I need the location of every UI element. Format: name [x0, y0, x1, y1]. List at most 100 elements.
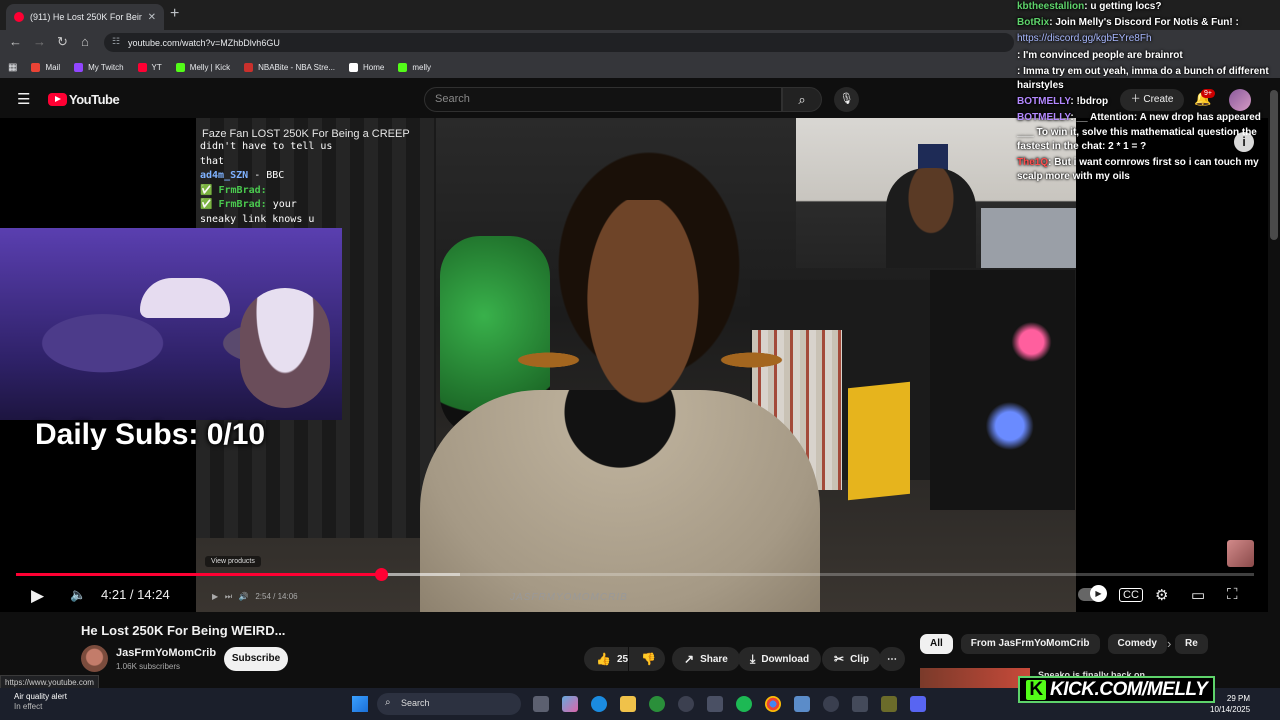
page-scrollbar[interactable]: [1270, 90, 1278, 240]
menu-icon[interactable]: ☰: [17, 90, 30, 108]
channel-watermark[interactable]: [1227, 540, 1254, 567]
app-icon[interactable]: [678, 696, 694, 712]
media-player-icon[interactable]: [823, 696, 839, 712]
search-icon[interactable]: ⌕: [782, 87, 822, 112]
daily-subs-overlay: Daily Subs: 0/10: [35, 418, 266, 451]
app-icon[interactable]: [881, 696, 897, 712]
progress-scrubber[interactable]: [375, 568, 388, 581]
tab-title: (911) He Lost 250K For Being W: [30, 12, 142, 22]
discord-icon[interactable]: [910, 696, 926, 712]
chat-username: BOTMELLY: [1017, 96, 1071, 108]
inner-chat-line: ✅ FrmBrad:: [200, 184, 267, 196]
store-icon[interactable]: [707, 696, 723, 712]
microphone-icon[interactable]: 🎙: [834, 87, 859, 112]
channel-avatar[interactable]: [81, 645, 108, 672]
windows-start-icon[interactable]: [352, 696, 368, 712]
youtube-logo-icon[interactable]: [48, 93, 67, 106]
captions-icon[interactable]: CC: [1119, 588, 1143, 602]
thumbs-up-icon: 👍: [596, 652, 611, 666]
settings-gear-icon[interactable]: ⚙: [1155, 586, 1168, 604]
spotify-icon[interactable]: [736, 696, 752, 712]
taskbar-search[interactable]: ⌕ Search: [377, 693, 521, 715]
search-icon: ⌕: [385, 697, 391, 708]
filter-chip[interactable]: Comedy: [1107, 634, 1167, 654]
xbox-icon[interactable]: [649, 696, 665, 712]
weather-sub: In effect: [14, 702, 43, 712]
webcam-person-hat: [140, 278, 230, 318]
autoplay-toggle[interactable]: [1078, 585, 1107, 602]
chat-username: BotRix: [1017, 17, 1050, 29]
site-settings-icon[interactable]: ☷: [112, 36, 120, 47]
inner-chat-line: ✅ FrmBrad: your: [200, 199, 297, 210]
bookmark-item[interactable]: NBABite - NBA Stre...: [244, 62, 335, 72]
dislike-button[interactable]: 👎: [629, 647, 665, 671]
file-explorer-icon[interactable]: [620, 696, 636, 712]
system-clock[interactable]: 29 PM 10/14/2025: [1210, 693, 1250, 715]
filter-chip[interactable]: From JasFrmYoMomCrib: [960, 634, 1100, 654]
bookmark-item[interactable]: Home: [349, 62, 384, 72]
chat-text: : u getting locs?: [1084, 1, 1162, 12]
bookmark-item[interactable]: YT: [137, 62, 162, 72]
subscribe-button[interactable]: Subscribe: [224, 647, 288, 671]
photos-icon[interactable]: [794, 696, 810, 712]
channel-name[interactable]: JasFrmYoMomCrib: [116, 647, 216, 659]
bookmark-icon: [31, 62, 41, 72]
inner-chat-line: sneaky link knows u: [200, 213, 315, 225]
inner-time: 2:54 / 14:06: [255, 592, 298, 601]
host-face: [578, 200, 708, 420]
bookmark-item[interactable]: melly: [398, 62, 431, 72]
bookmark-item[interactable]: Mail: [31, 62, 60, 72]
taskbar-search-label: Search: [401, 698, 430, 708]
bookmark-item[interactable]: My Twitch: [74, 62, 124, 72]
fullscreen-icon[interactable]: ⛶: [1227, 586, 1238, 603]
chevron-right-icon[interactable]: ›: [1167, 636, 1171, 651]
new-tab-button[interactable]: +: [170, 5, 179, 23]
close-tab-icon[interactable]: ✕: [148, 12, 156, 23]
forward-arrow-icon[interactable]: →: [33, 34, 46, 49]
chat-text: : !bdrop: [1070, 96, 1109, 108]
video-title: He Lost 250K For Being WEIRD...: [81, 623, 286, 638]
youtube-logo-text[interactable]: YouTube: [69, 92, 120, 107]
info-icon[interactable]: i: [1234, 132, 1254, 152]
play-icon[interactable]: ▶: [31, 586, 44, 606]
chat-message: BOTMELLY: !bdrop: [1017, 95, 1279, 109]
inner-video-title: Faze Fan LOST 250K For Being a CREEP: [202, 128, 410, 140]
chat-message: BotRix: Join Melly's Discord For Notis &…: [1017, 16, 1279, 30]
weather-widget[interactable]: Air quality alert In effect: [14, 692, 67, 713]
home-icon[interactable]: ⌂: [81, 34, 89, 49]
back-arrow-icon[interactable]: ←: [9, 34, 22, 49]
reload-icon[interactable]: ↻: [57, 34, 68, 50]
filter-chip[interactable]: Re: [1174, 634, 1208, 654]
copilot-icon[interactable]: [562, 696, 578, 712]
more-actions-button[interactable]: ⋯: [879, 647, 905, 671]
chat-username: BOTMELLY: [1017, 112, 1071, 124]
bookmark-icon: [74, 62, 84, 72]
edge-icon[interactable]: [591, 696, 607, 712]
bookmark-label: YT: [151, 62, 162, 72]
clip-button[interactable]: ✂ Clip: [822, 647, 881, 671]
view-products-badge[interactable]: View products: [205, 556, 261, 567]
kick-logo-icon: K: [1026, 679, 1046, 700]
chat-message: https://discord.gg/kgbEYre8Fh: [1017, 32, 1279, 46]
download-label: Download: [761, 653, 810, 665]
share-icon: ↗: [684, 652, 695, 666]
social-handle: JASFRMYOMOMCRIB: [510, 592, 628, 603]
address-bar[interactable]: ☷ youtube.com/watch?v=MZhbDlvh6GU: [104, 33, 1014, 52]
app-icon[interactable]: [852, 696, 868, 712]
task-view-icon[interactable]: [533, 696, 549, 712]
subscriber-count: 1.06K subscribers: [116, 662, 181, 671]
theater-mode-icon[interactable]: ▭: [1191, 586, 1205, 604]
download-button[interactable]: ⤓ Download: [738, 647, 822, 671]
search-input[interactable]: Search: [424, 87, 782, 112]
share-button[interactable]: ↗ Share: [672, 647, 740, 671]
chrome-icon[interactable]: [765, 696, 781, 712]
suggestion-thumbnail[interactable]: [920, 668, 1030, 690]
apps-grid-icon[interactable]: ▦: [8, 62, 17, 73]
browser-tab[interactable]: (911) He Lost 250K For Being W ✕: [6, 4, 164, 30]
host-hoodie: [420, 390, 820, 612]
like-button[interactable]: 👍 25: [584, 647, 628, 671]
bookmark-item[interactable]: Melly | Kick: [175, 62, 230, 72]
filter-chip[interactable]: All: [920, 634, 953, 654]
volume-icon[interactable]: 🔈: [70, 587, 86, 603]
chat-message: : I'm convinced people are brainrot: [1017, 49, 1279, 63]
